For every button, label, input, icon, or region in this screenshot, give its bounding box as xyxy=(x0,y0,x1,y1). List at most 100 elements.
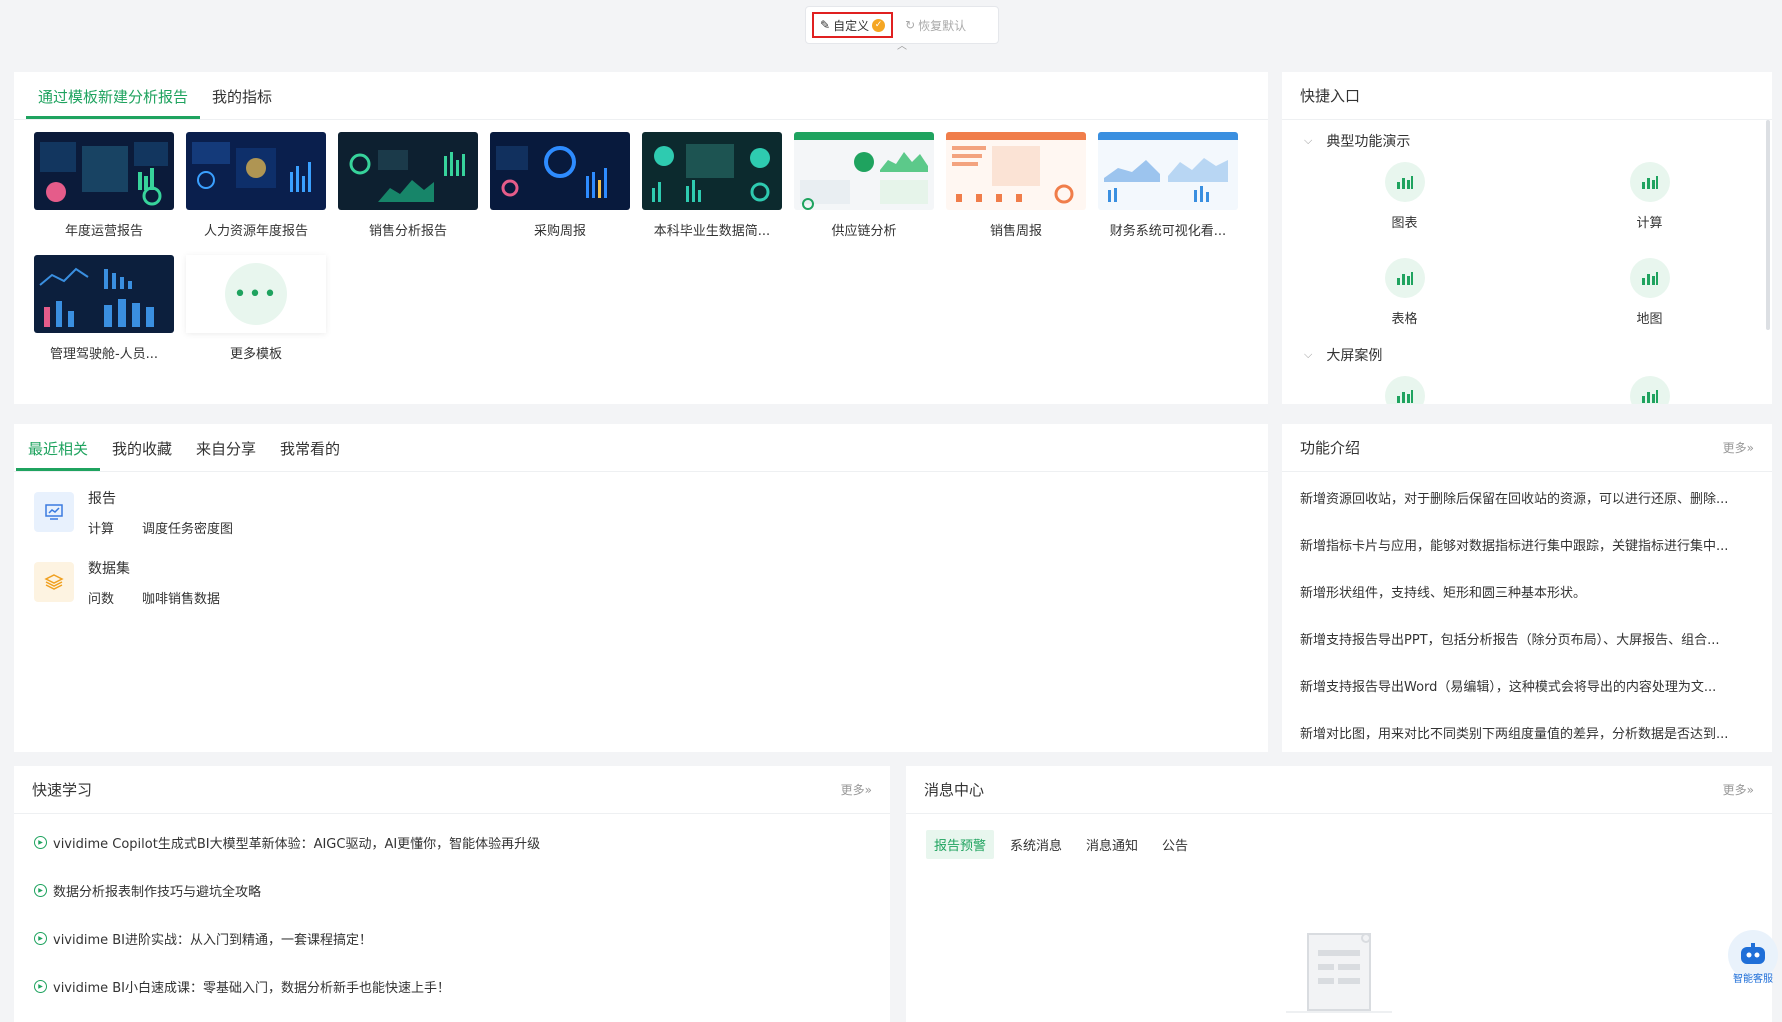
smart-service-label: 智能客服 xyxy=(1733,974,1773,985)
restore-icon: ↻ xyxy=(905,18,916,32)
more-templates-card[interactable]: ••• 更多模板 xyxy=(186,255,326,362)
course-link[interactable]: ▶ vividime Copilot生成式BI大模型革新体验：AIGC驱动，AI更… xyxy=(14,818,890,866)
template-card[interactable]: 采购周报 xyxy=(490,132,630,239)
quick-entry-label: 地图 xyxy=(1636,312,1663,327)
bar-chart-icon xyxy=(1629,162,1670,202)
template-thumbnail xyxy=(34,132,174,210)
scrollbar[interactable] xyxy=(1766,120,1770,330)
template-name: 财务系统可视化看... xyxy=(1109,224,1227,239)
template-thumbnail xyxy=(490,132,630,210)
feature-intro-header: 功能介绍 更多» xyxy=(1282,424,1772,472)
course-link[interactable]: ▶ vividime BI进阶实战：从入门到精通，一套课程搞定！ xyxy=(14,914,890,962)
recent-name: 调度任务密度图 xyxy=(142,522,234,537)
tab-favorites[interactable]: 我的收藏 xyxy=(100,438,184,471)
feature-item[interactable]: 新增支持报告导出Word（易编辑），这种模式会将导出的内容处理为文... xyxy=(1282,662,1772,709)
template-name: 销售周报 xyxy=(989,224,1042,239)
group-title: 典型功能演示 xyxy=(1326,134,1411,150)
recent-tabs: 最近相关 我的收藏 来自分享 我常看的 xyxy=(14,424,1268,472)
recent-title: 数据集 xyxy=(88,561,130,577)
feature-item[interactable]: 新增资源回收站，对于删除后保留在回收站的资源，可以进行还原、删除... xyxy=(1282,474,1772,521)
course-title: vividime Copilot生成式BI大模型革新体验：AIGC驱动，AI更懂… xyxy=(53,836,541,852)
template-card[interactable]: 供应链分析 xyxy=(794,132,934,239)
template-card[interactable]: 年度运营报告 xyxy=(34,132,174,239)
course-title: 数据分析报表制作技巧与避坑全攻略 xyxy=(53,884,262,900)
recent-panel: 最近相关 我的收藏 来自分享 我常看的 报告 计算 调度任务密度图 数据集 问数 咖… xyxy=(14,424,1268,752)
template-thumbnail xyxy=(794,132,934,210)
template-thumbnail xyxy=(186,132,326,210)
recent-type: 问数 xyxy=(88,592,115,607)
feature-item[interactable]: 新增对比图，用来对比不同类别下两组度量值的差异，分析数据是否达到... xyxy=(1282,709,1772,756)
template-thumbnail xyxy=(642,132,782,210)
quick-entry-table[interactable]: 表格 xyxy=(1282,252,1527,348)
bar-chart-icon xyxy=(1629,376,1670,404)
big-screen-item[interactable] xyxy=(1527,370,1772,404)
learning-more-link[interactable]: 更多» xyxy=(841,781,872,798)
template-card[interactable]: 财务系统可视化看... xyxy=(1098,132,1238,239)
restore-default-button[interactable]: ↻ 恢复默认 xyxy=(899,12,972,38)
edit-icon: ✎ xyxy=(820,18,831,32)
tab-recent[interactable]: 最近相关 xyxy=(16,438,101,471)
chevron-down-icon: ⌵ xyxy=(1304,348,1313,361)
big-screen-item[interactable] xyxy=(1282,370,1527,404)
recent-type: 计算 xyxy=(88,522,115,537)
feature-more-link[interactable]: 更多» xyxy=(1723,439,1754,456)
play-icon: ▶ xyxy=(34,979,47,993)
quick-entry-header: 快捷入口 xyxy=(1282,72,1772,120)
template-thumbnail xyxy=(946,132,1086,210)
quick-entry-calc[interactable]: 计算 xyxy=(1527,156,1772,252)
tab-report-alert[interactable]: 报告预警 xyxy=(926,830,995,859)
message-center-header: 消息中心 更多» xyxy=(906,766,1772,814)
group-title: 大屏案例 xyxy=(1326,348,1383,364)
feature-item[interactable]: 新增指标卡片与应用，能够对数据指标进行集中跟踪，关键指标进行集中... xyxy=(1282,521,1772,568)
chevron-down-icon: ⌵ xyxy=(1304,134,1313,147)
tab-announcement[interactable]: 公告 xyxy=(1154,830,1196,859)
feature-text: 新增指标卡片与应用，能够对数据指标进行集中跟踪，关键指标进行集中... xyxy=(1300,539,1729,554)
template-card[interactable]: 管理驾驶舱-人员... xyxy=(34,255,174,362)
template-name: 本科毕业生数据简... xyxy=(653,224,771,239)
quick-entry-body: ⌵ 典型功能演示 图表 计算 表格 地图 ⌵ 大屏案例 xyxy=(1282,120,1772,404)
template-card[interactable]: 销售分析报告 xyxy=(338,132,478,239)
smart-service-bot[interactable]: 智能客服 xyxy=(1724,930,1782,992)
quick-entry-chart[interactable]: 图表 xyxy=(1282,156,1527,252)
feature-intro-panel: 功能介绍 更多» 新增资源回收站，对于删除后保留在回收站的资源，可以进行还原、删… xyxy=(1282,424,1772,752)
play-icon: ▶ xyxy=(34,931,47,945)
tab-shared[interactable]: 来自分享 xyxy=(184,438,268,471)
quick-entry-map[interactable]: 地图 xyxy=(1527,252,1772,348)
template-name: 人力资源年度报告 xyxy=(203,224,308,239)
bar-chart-icon xyxy=(1384,162,1425,202)
template-name: 销售分析报告 xyxy=(368,224,447,239)
template-thumbnail xyxy=(338,132,478,210)
tab-new-from-template[interactable]: 通过模板新建分析报告 xyxy=(26,86,201,119)
restore-label: 恢复默认 xyxy=(918,18,967,33)
template-name: 采购周报 xyxy=(533,224,586,239)
group-feature-demo[interactable]: ⌵ 典型功能演示 xyxy=(1282,126,1772,156)
tab-frequent[interactable]: 我常看的 xyxy=(268,438,352,471)
feature-item[interactable]: 新增支持报告导出PPT，包括分析报告（除分页布局）、大屏报告、组合... xyxy=(1282,615,1772,662)
feature-item[interactable]: 新增形状组件，支持线、矩形和圆三种基本形状。 xyxy=(1282,568,1772,615)
quick-learning-header: 快速学习 更多» xyxy=(14,766,890,814)
tab-system-message[interactable]: 系统消息 xyxy=(1002,830,1070,859)
feature-text: 新增形状组件，支持线、矩形和圆三种基本形状。 xyxy=(1300,586,1587,601)
messages-more-link[interactable]: 更多» xyxy=(1723,781,1754,798)
template-card[interactable]: 人力资源年度报告 xyxy=(186,132,326,239)
course-link[interactable]: ▶ vividime BI小白速成课：零基础入门，数据分析新手也能快速上手！ xyxy=(14,962,890,1010)
course-link[interactable]: ▶ 数据分析报表制作技巧与避坑全攻略 xyxy=(14,866,890,914)
tab-notification[interactable]: 消息通知 xyxy=(1078,830,1146,859)
dataset-icon xyxy=(34,562,74,602)
collapse-caret-icon[interactable]: ︿ xyxy=(893,42,911,52)
recent-item[interactable]: 报告 计算 调度任务密度图 xyxy=(14,476,1268,546)
more-templates-box: ••• xyxy=(186,255,326,333)
recent-item[interactable]: 数据集 问数 咖啡销售数据 xyxy=(14,546,1268,616)
check-icon: ✓ xyxy=(872,18,886,32)
template-name: 年度运营报告 xyxy=(64,224,143,239)
message-tabs: 报告预警 系统消息 消息通知 公告 xyxy=(906,814,1772,875)
template-card[interactable]: 本科毕业生数据简... xyxy=(642,132,782,239)
bar-chart-icon xyxy=(1384,376,1425,404)
customize-button[interactable]: ✎ 自定义 ✓ xyxy=(812,12,894,38)
course-title: vividime BI小白速成课：零基础入门，数据分析新手也能快速上手！ xyxy=(53,980,451,996)
template-card[interactable]: 销售周报 xyxy=(946,132,1086,239)
quick-entry-label: 图表 xyxy=(1391,216,1418,231)
bar-chart-icon xyxy=(1384,258,1425,298)
tab-my-metrics[interactable]: 我的指标 xyxy=(200,86,284,119)
quick-entry-label: 表格 xyxy=(1391,312,1418,327)
